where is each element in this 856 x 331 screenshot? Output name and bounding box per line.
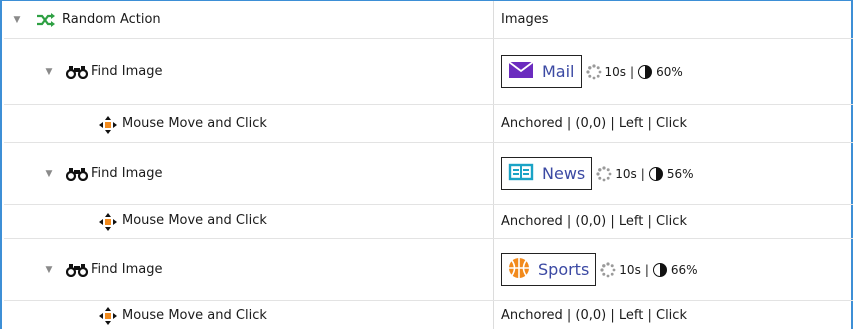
newspaper-icon (508, 163, 534, 185)
row-value: Anchored | (0,0) | Left | Click (501, 116, 687, 131)
row-label: Mouse Move and Click (122, 213, 267, 228)
column-divider (493, 205, 494, 238)
tree-row-mouse-move-click[interactable]: Mouse Move and Click Anchored | (0,0) | … (4, 205, 853, 239)
timeout-value: 10s (615, 166, 637, 181)
action-tree-grid: ▼ Random Action Images ▼ Find Image Mail… (0, 0, 853, 329)
row-value: Anchored | (0,0) | Left | Click (501, 307, 687, 323)
row-label: Find Image (91, 166, 163, 181)
column-divider (493, 105, 494, 142)
contrast-icon (652, 262, 667, 277)
row-label: Mouse Move and Click (122, 116, 267, 131)
tree-row-mouse-move-click[interactable]: Mouse Move and Click Anchored | (0,0) | … (4, 301, 853, 329)
binoculars-icon (65, 263, 89, 281)
tree-row-mouse-move-click[interactable]: Mouse Move and Click Anchored | (0,0) | … (4, 105, 853, 143)
row-label: Find Image (91, 64, 163, 79)
contrast-icon (648, 166, 663, 181)
find-image-settings: 10s | 56% (596, 165, 694, 182)
thumbnail-caption: Sports (538, 260, 590, 279)
tree-row-find-image[interactable]: ▼ Find Image (4, 143, 853, 205)
column-divider (493, 1, 494, 38)
row-value: Images (501, 12, 549, 27)
find-image-settings: 10s | 60% (585, 63, 683, 80)
separator: | (644, 262, 649, 277)
tree-row-random-action[interactable]: ▼ Random Action Images (4, 1, 853, 39)
threshold-value: 66% (670, 262, 698, 277)
tree-row-find-image[interactable]: ▼ Find Image (4, 239, 853, 301)
separator: | (640, 166, 645, 181)
threshold-value: 56% (666, 166, 694, 181)
image-thumbnail-sports[interactable]: Sports (501, 253, 597, 286)
collapse-chevron-icon[interactable]: ▼ (44, 169, 54, 179)
row-label: Random Action (62, 12, 161, 27)
binoculars-icon (65, 167, 89, 185)
thumbnail-caption: Mail (542, 62, 575, 81)
timeout-value: 10s (619, 262, 641, 277)
move-arrows-icon (98, 115, 118, 139)
threshold-value: 60% (656, 64, 683, 79)
collapse-chevron-icon[interactable]: ▼ (44, 265, 54, 275)
row-value: Anchored | (0,0) | Left | Click (501, 214, 687, 229)
contrast-icon (638, 64, 653, 79)
image-thumbnail-mail[interactable]: Mail (501, 55, 582, 88)
collapse-chevron-icon[interactable]: ▼ (12, 15, 22, 25)
column-divider (493, 39, 494, 104)
move-arrows-icon (98, 306, 118, 330)
collapse-chevron-icon[interactable]: ▼ (44, 67, 54, 77)
spinner-icon (600, 261, 616, 277)
spinner-icon (585, 63, 601, 79)
basketball-icon (508, 257, 530, 283)
timeout-value: 10s (604, 64, 627, 79)
binoculars-icon (65, 65, 89, 83)
separator: | (630, 64, 635, 79)
spinner-icon (596, 165, 612, 181)
thumbnail-caption: News (542, 164, 586, 183)
column-divider (493, 301, 494, 329)
row-label: Find Image (91, 262, 163, 277)
move-arrows-icon (98, 212, 118, 236)
find-image-settings: 10s | 66% (600, 261, 698, 278)
envelope-icon (508, 60, 534, 83)
column-divider (493, 143, 494, 204)
tree-row-find-image[interactable]: ▼ Find Image (4, 39, 853, 105)
image-thumbnail-news[interactable]: News (501, 157, 593, 190)
shuffle-icon (36, 12, 56, 32)
row-label: Mouse Move and Click (122, 308, 267, 323)
column-divider (493, 239, 494, 300)
